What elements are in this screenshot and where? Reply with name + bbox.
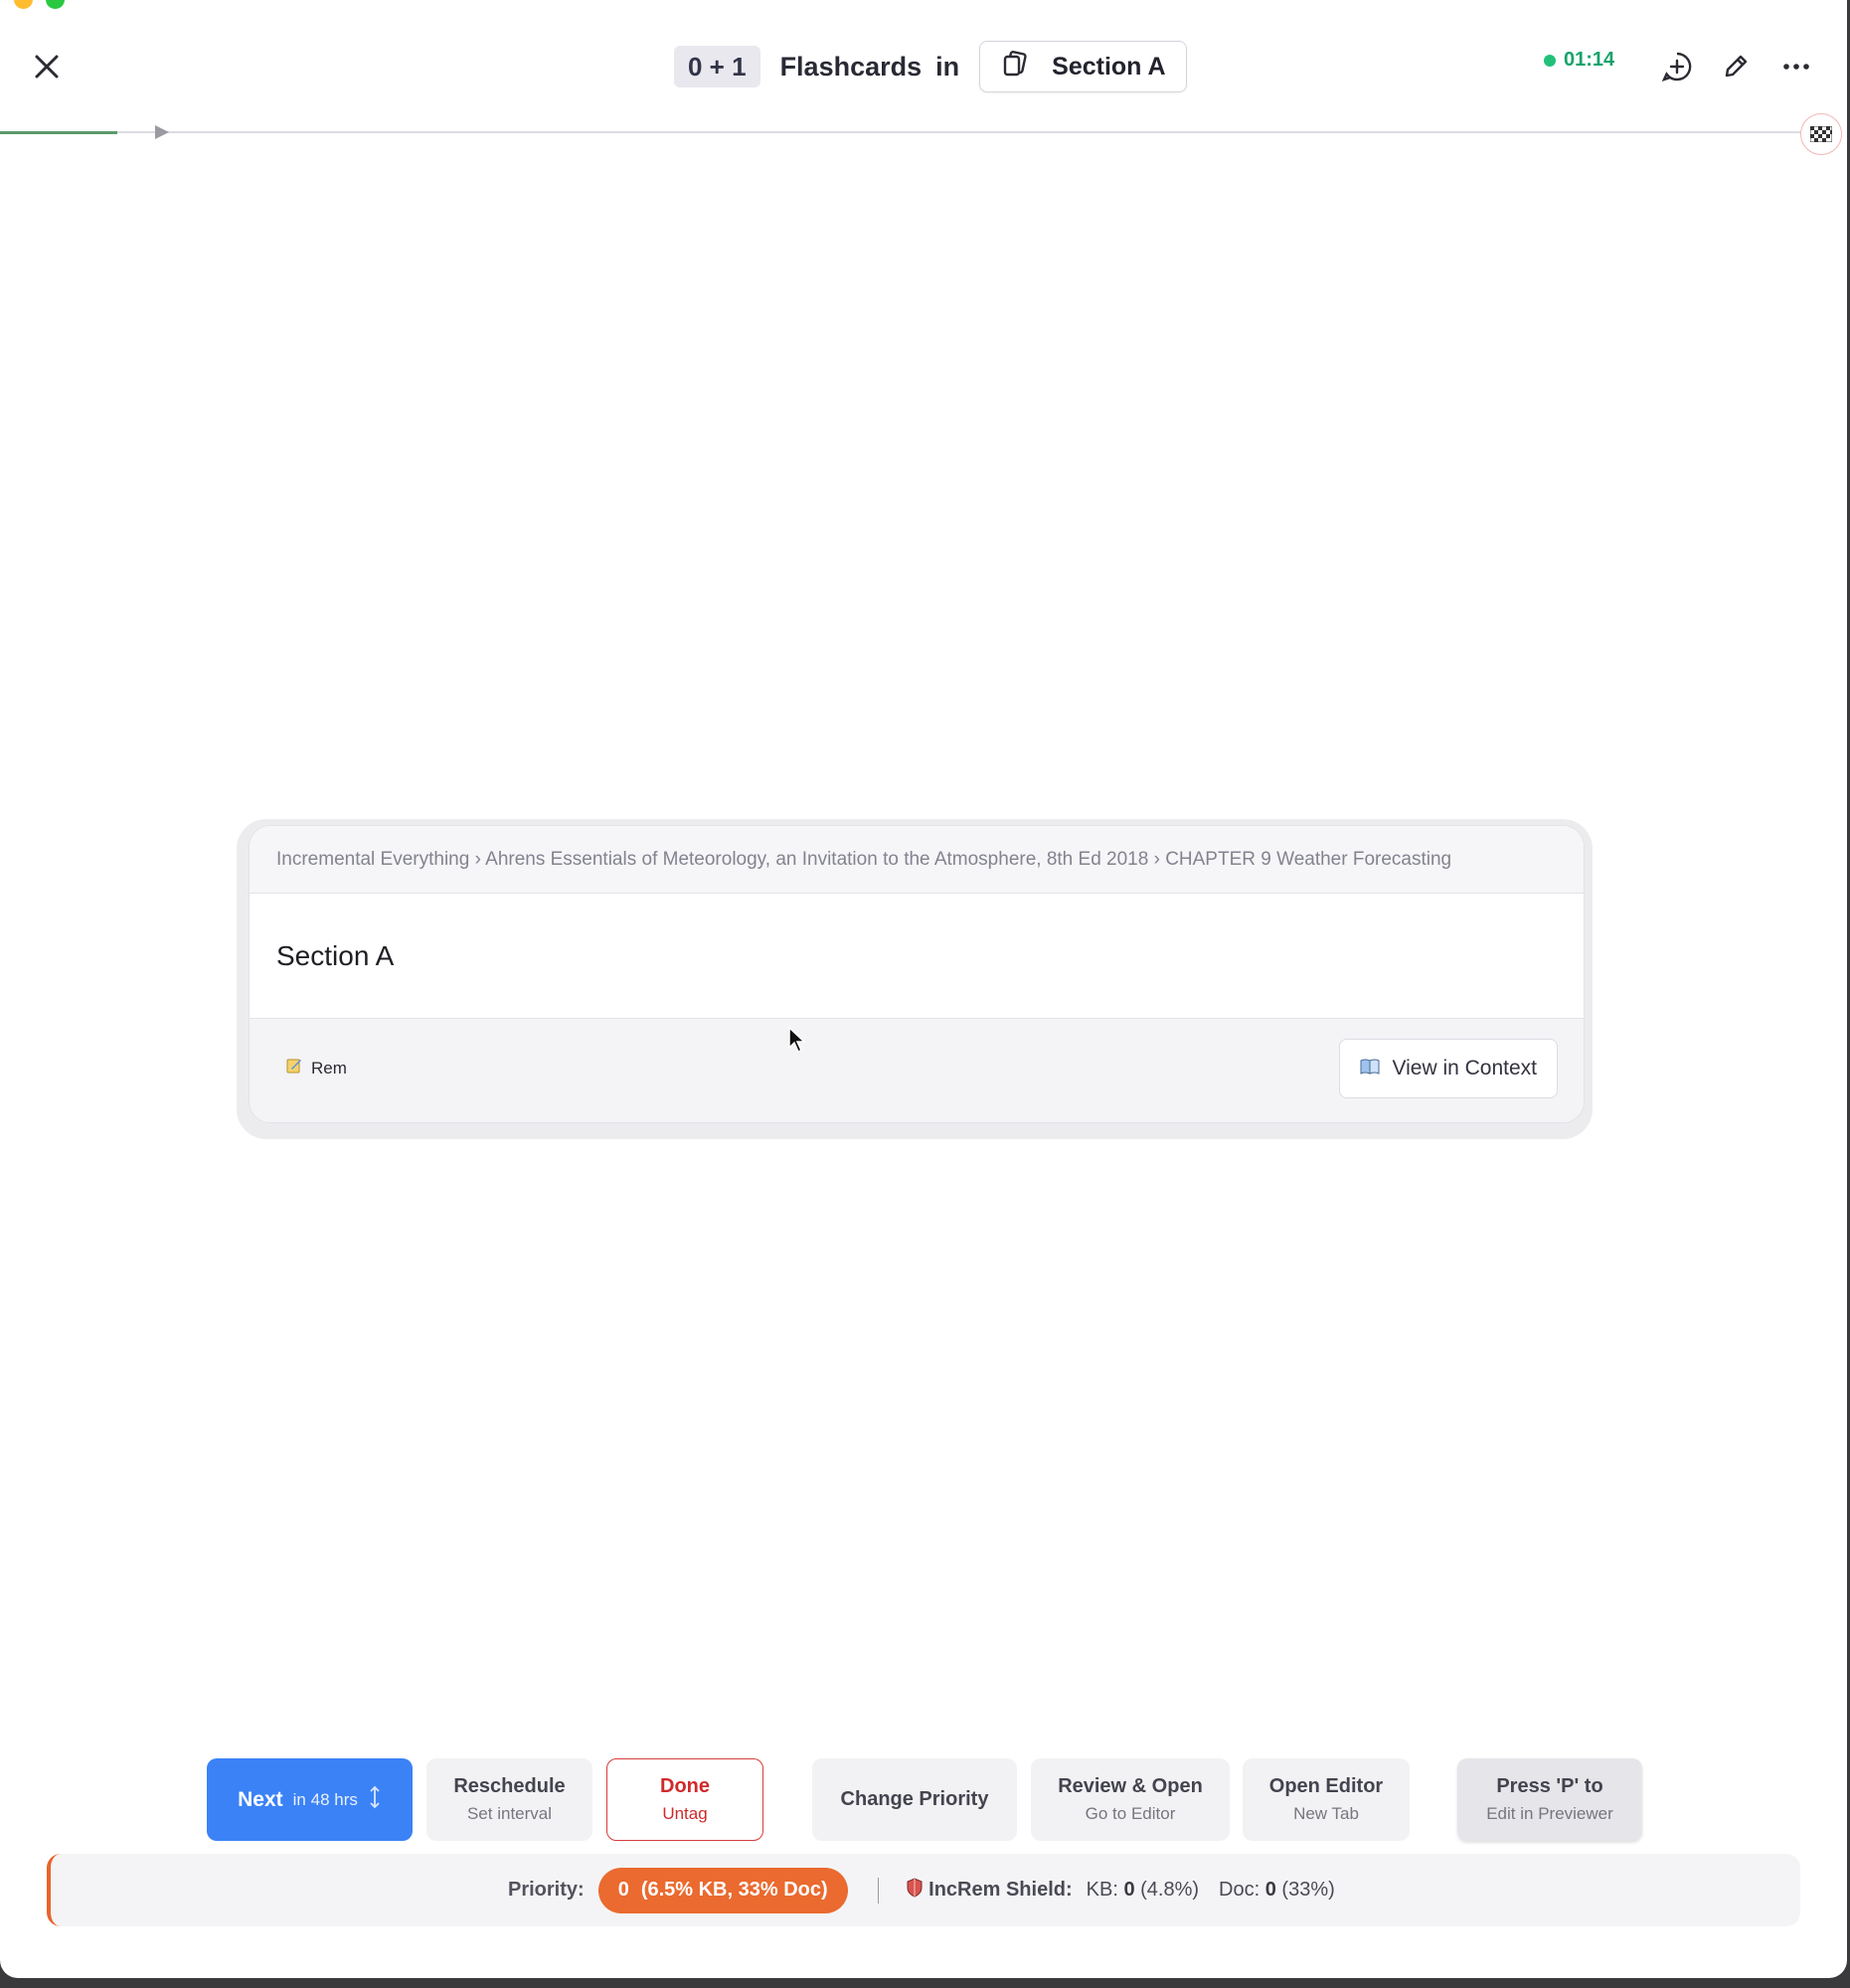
rem-icon: [285, 1057, 303, 1079]
rem-type-tag: Rem: [285, 1057, 347, 1079]
done-sub: Untag: [662, 1804, 708, 1823]
rem-type-label: Rem: [311, 1058, 347, 1077]
doc-value: 0: [1264, 1879, 1276, 1901]
view-in-context-label: View in Context: [1392, 1057, 1537, 1079]
shield-label: IncRem Shield:: [928, 1879, 1073, 1901]
card-footer: Rem View in Context: [250, 1018, 1584, 1122]
review-open-label: Review & Open: [1058, 1775, 1203, 1797]
doc-label: Doc:: [1219, 1879, 1261, 1901]
more-icon[interactable]: [1779, 50, 1813, 83]
book-icon: [1360, 1057, 1380, 1080]
review-open-button[interactable]: Review & Open Go to Editor: [1031, 1758, 1230, 1841]
review-open-sub: Go to Editor: [1085, 1804, 1176, 1823]
done-button[interactable]: Done Untag: [606, 1758, 763, 1841]
open-editor-label: Open Editor: [1268, 1775, 1384, 1797]
next-label: Next: [238, 1787, 283, 1811]
section-name: Section A: [1052, 52, 1166, 81]
next-interval: in 48 hrs: [292, 1789, 358, 1809]
shield-icon: [907, 1877, 923, 1904]
progress-marker: [155, 125, 169, 139]
timer-status-dot: [1544, 54, 1556, 67]
kb-value: 0: [1123, 1879, 1135, 1901]
updown-arrows-icon: [368, 1785, 382, 1814]
flashcards-icon: [1000, 49, 1030, 85]
doc-percent: (33%): [1281, 1879, 1335, 1901]
add-icon[interactable]: [1660, 50, 1694, 83]
flashcard: Incremental Everything › Ahrens Essentia…: [249, 825, 1585, 1123]
reschedule-sub: Set interval: [466, 1804, 553, 1823]
queue-title: Flashcards: [779, 51, 923, 82]
open-editor-button[interactable]: Open Editor New Tab: [1243, 1758, 1410, 1841]
minimize-window-button[interactable]: [14, 0, 33, 9]
status-divider: [877, 1877, 880, 1904]
change-priority-label: Change Priority: [840, 1788, 989, 1810]
change-priority-button[interactable]: Change Priority: [812, 1758, 1017, 1841]
open-editor-sub: New Tab: [1293, 1804, 1359, 1823]
progress-fill: [0, 131, 117, 134]
queue-header: 0 + 1 Flashcards in Section A: [674, 41, 1187, 92]
session-timer: 01:14: [1544, 49, 1614, 72]
kb-percent: (4.8%): [1140, 1879, 1200, 1901]
done-label: Done: [660, 1775, 710, 1797]
finish-flag-icon: [1800, 113, 1842, 155]
breadcrumb[interactable]: Incremental Everything › Ahrens Essentia…: [250, 826, 1584, 894]
press-p-sub: Edit in Previewer: [1486, 1804, 1613, 1823]
queue-in-label: in: [935, 51, 960, 82]
priority-detail: (6.5% KB, 33% Doc): [640, 1879, 828, 1901]
timer-value: 01:14: [1564, 49, 1615, 71]
action-bar: Next in 48 hrs Reschedule Set interval D…: [0, 1758, 1847, 1841]
status-content: Priority: 0 (6.5% KB, 33% Doc) IncRem Sh…: [508, 1854, 1335, 1926]
zoom-window-button[interactable]: [46, 0, 65, 9]
card-count-badge: 0 + 1: [674, 46, 760, 87]
close-icon[interactable]: [30, 50, 64, 83]
kb-label: KB:: [1086, 1879, 1118, 1901]
priority-value: 0: [617, 1879, 629, 1901]
next-button[interactable]: Next in 48 hrs: [207, 1758, 413, 1841]
app-window: 0 + 1 Flashcards in Section A 01:14 Incr…: [0, 0, 1847, 1978]
reschedule-label: Reschedule: [453, 1775, 566, 1797]
card-title[interactable]: Section A: [250, 894, 1584, 1018]
edit-in-previewer-button[interactable]: Press 'P' to Edit in Previewer: [1457, 1758, 1642, 1841]
priority-label: Priority:: [508, 1879, 585, 1901]
priority-pill[interactable]: 0 (6.5% KB, 33% Doc): [597, 1867, 848, 1913]
increm-shield: IncRem Shield:: [907, 1877, 1086, 1904]
kb-stat: KB: 0 (4.8%): [1087, 1879, 1199, 1902]
reschedule-button[interactable]: Reschedule Set interval: [426, 1758, 592, 1841]
cursor-icon: [787, 1026, 807, 1056]
pencil-icon[interactable]: [1719, 50, 1753, 83]
section-selector[interactable]: Section A: [979, 41, 1187, 92]
view-in-context-button[interactable]: View in Context: [1339, 1039, 1558, 1098]
press-p-label: Press 'P' to: [1496, 1775, 1603, 1797]
priority-status-bar: Priority: 0 (6.5% KB, 33% Doc) IncRem Sh…: [47, 1854, 1800, 1926]
doc-stat: Doc: 0 (33%): [1219, 1879, 1335, 1902]
progress-track: [0, 131, 1809, 133]
